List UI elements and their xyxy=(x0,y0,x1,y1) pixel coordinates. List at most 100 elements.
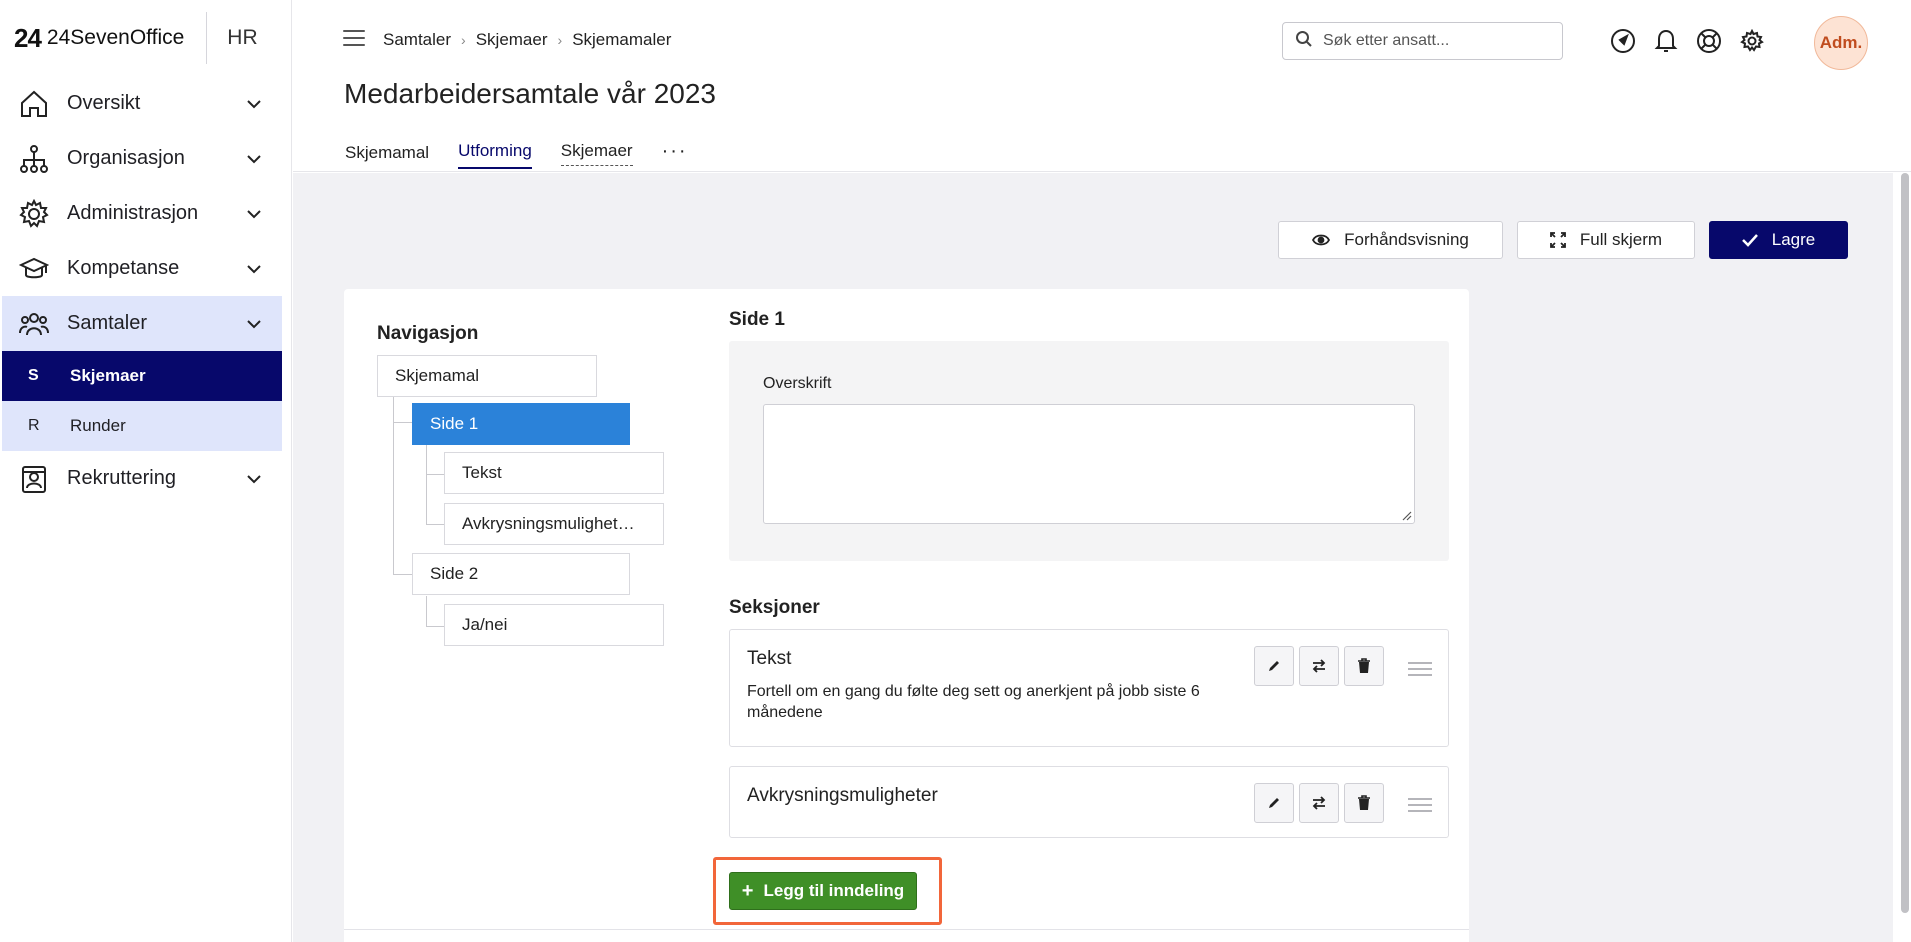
sidebar-subitem-skjemaer[interactable]: S Skjemaer xyxy=(2,351,282,401)
section-title: Avkrysningsmuligheter xyxy=(747,785,938,806)
sidebar-item-label: Samtaler xyxy=(67,312,148,334)
sections-heading: Seksjoner xyxy=(729,597,820,618)
delete-button[interactable] xyxy=(1344,646,1384,686)
move-button[interactable] xyxy=(1299,646,1339,686)
navigation-icon[interactable] xyxy=(1609,27,1637,55)
tree-node-section[interactable]: Avkrysningsmulighet… xyxy=(444,503,664,545)
help-lifebuoy-icon[interactable] xyxy=(1695,27,1723,55)
section-title: Tekst xyxy=(747,648,792,669)
avatar[interactable]: Adm. xyxy=(1814,16,1868,70)
search-icon xyxy=(1295,30,1313,53)
scrollbar[interactable] xyxy=(1897,173,1911,942)
trash-icon xyxy=(1358,658,1370,673)
brand-logo: 24 xyxy=(14,22,42,53)
sidebar-item-label: Administrasjon xyxy=(67,202,199,224)
check-icon xyxy=(1741,233,1758,247)
tab-utforming[interactable]: Utforming xyxy=(458,141,532,169)
tree-node-page[interactable]: Side 1 xyxy=(412,403,630,445)
sidebar-item-kompetanse[interactable]: Kompetanse xyxy=(2,241,282,296)
module-name: HR xyxy=(227,26,258,49)
tree-node-section[interactable]: Tekst xyxy=(444,452,664,494)
fullscreen-button[interactable]: Full skjerm xyxy=(1517,221,1695,259)
section-card: Avkrysningsmuligheter xyxy=(729,766,1449,838)
sidebar-nav: Oversikt Organisasjon Administrasjon Kom… xyxy=(2,76,282,506)
brand-divider xyxy=(206,12,208,64)
chevron-down-icon xyxy=(240,319,268,329)
subitem-label: Skjemaer xyxy=(70,366,146,385)
sidebar-item-administrasjon[interactable]: Administrasjon xyxy=(2,186,282,241)
section-card: Tekst Fortell om en gang du følte deg se… xyxy=(729,629,1449,747)
menu-icon[interactable] xyxy=(343,30,365,46)
pencil-icon xyxy=(1269,798,1279,808)
chevron-down-icon xyxy=(240,474,268,484)
tree-node-root[interactable]: Skjemamal xyxy=(377,355,597,397)
subitem-letter: R xyxy=(28,417,40,434)
chevron-right-icon: › xyxy=(557,32,563,48)
sidebar-item-organisasjon[interactable]: Organisasjon xyxy=(2,131,282,186)
sidebar-item-label: Kompetanse xyxy=(67,257,180,279)
sidebar-item-rekruttering[interactable]: Rekruttering xyxy=(2,451,282,506)
breadcrumb-item[interactable]: Skjemaer xyxy=(476,30,548,50)
add-section-label: Legg til inndeling xyxy=(763,881,905,900)
eye-icon xyxy=(1312,233,1331,247)
scrollbar-thumb[interactable] xyxy=(1901,173,1909,913)
header-label: Overskrift xyxy=(763,375,832,392)
sidebar-item-label: Organisasjon xyxy=(67,147,185,169)
chevron-right-icon: › xyxy=(461,32,466,48)
people-icon xyxy=(18,308,50,340)
preview-button[interactable]: Forhåndsvisning xyxy=(1278,221,1503,259)
breadcrumb: Samtaler › Skjemaer › Skjemamaler xyxy=(383,30,671,50)
tree-connector xyxy=(426,626,444,627)
edit-button[interactable] xyxy=(1254,783,1294,823)
header-input[interactable] xyxy=(763,404,1415,524)
top-bar: Samtaler › Skjemaer › Skjemamaler Medarb… xyxy=(293,0,1911,172)
brand[interactable]: 24 24SevenOffice HR xyxy=(14,12,258,64)
sidebar: 24 24SevenOffice HR Oversikt Organisasjo… xyxy=(0,0,292,942)
top-icons xyxy=(1609,27,1781,55)
delete-button[interactable] xyxy=(1344,783,1384,823)
tab-skjemaer[interactable]: Skjemaer xyxy=(560,141,633,166)
section-description: Fortell om en gang du følte deg sett og … xyxy=(747,683,1200,721)
org-chart-icon xyxy=(18,143,50,175)
subitem-letter: S xyxy=(28,367,39,384)
tree-connector xyxy=(393,574,412,575)
fullscreen-label: Full skjerm xyxy=(1579,230,1663,249)
sidebar-item-label: Oversikt xyxy=(67,92,141,114)
breadcrumb-item[interactable]: Samtaler xyxy=(383,30,451,50)
graduation-cap-icon xyxy=(18,253,50,285)
sidebar-subitem-runder[interactable]: R Runder xyxy=(2,401,282,451)
swap-icon xyxy=(1312,659,1326,673)
resize-handle-icon[interactable] xyxy=(1402,511,1412,521)
drag-handle-icon[interactable] xyxy=(1408,798,1432,812)
tree-connector xyxy=(426,444,427,525)
brand-name: 24SevenOffice xyxy=(46,26,185,49)
chevron-down-icon xyxy=(240,209,268,219)
swap-icon xyxy=(1312,796,1326,810)
chevron-down-icon xyxy=(240,154,268,164)
add-section-button[interactable]: + Legg til inndeling xyxy=(729,872,917,910)
sidebar-item-oversikt[interactable]: Oversikt xyxy=(2,76,282,131)
tree-node-page[interactable]: Side 2 xyxy=(412,553,630,595)
tab-skjemamal[interactable]: Skjemamal xyxy=(345,143,429,169)
settings-gear-icon[interactable] xyxy=(1738,27,1766,55)
tree-connector xyxy=(426,474,444,475)
page-heading: Side 1 xyxy=(729,309,785,330)
move-button[interactable] xyxy=(1299,783,1339,823)
sidebar-item-samtaler[interactable]: Samtaler xyxy=(2,296,282,351)
tree-connector xyxy=(426,596,427,626)
breadcrumb-item[interactable]: Skjemamaler xyxy=(572,30,671,50)
search-input[interactable] xyxy=(1323,32,1543,50)
trash-icon xyxy=(1358,795,1370,810)
more-tabs-button[interactable]: ··· xyxy=(662,140,688,169)
bell-icon[interactable] xyxy=(1652,27,1680,55)
tree-node-section[interactable]: Ja/nei xyxy=(444,604,664,646)
tab-bar: Skjemamal Utforming Skjemaer ··· xyxy=(345,140,717,169)
drag-handle-icon[interactable] xyxy=(1408,662,1432,676)
save-button[interactable]: Lagre xyxy=(1709,221,1848,259)
gear-icon xyxy=(18,198,50,230)
edit-button[interactable] xyxy=(1254,646,1294,686)
save-label: Lagre xyxy=(1771,230,1816,249)
plus-icon: + xyxy=(741,879,754,902)
preview-label: Forhåndsvisning xyxy=(1344,230,1469,249)
subitem-label: Runder xyxy=(70,416,126,435)
